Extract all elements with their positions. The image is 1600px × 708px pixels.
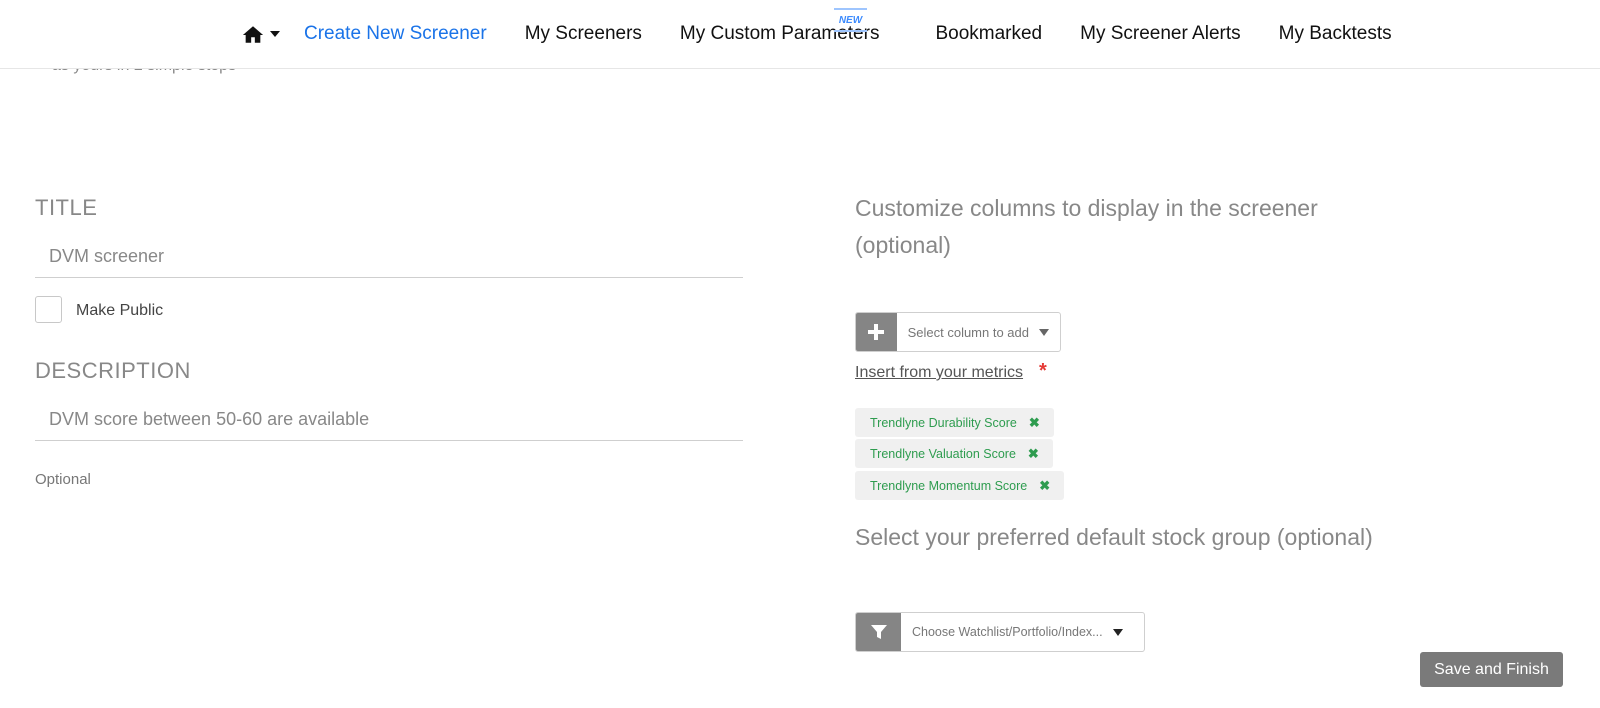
- remove-icon[interactable]: ✖: [1028, 446, 1039, 462]
- remove-icon[interactable]: ✖: [1029, 415, 1040, 431]
- nav-my-screeners[interactable]: My Screeners: [525, 23, 642, 45]
- remove-icon[interactable]: ✖: [1039, 478, 1050, 494]
- description-input[interactable]: DVM score between 50-60 are available: [35, 397, 743, 441]
- column-tag: Trendlyne Durability Score ✖: [855, 408, 1054, 437]
- stock-group-heading: Select your preferred default stock grou…: [855, 524, 1373, 550]
- home-icon: [242, 25, 264, 44]
- optional-note: Optional: [35, 471, 91, 488]
- chevron-down-icon: [270, 31, 280, 37]
- save-and-finish-button[interactable]: Save and Finish: [1420, 652, 1563, 687]
- new-badge: NEW: [834, 8, 867, 32]
- make-public-checkbox[interactable]: [35, 296, 62, 323]
- column-tag: Trendlyne Momentum Score ✖: [855, 471, 1065, 500]
- chevron-down-icon: [1112, 628, 1123, 636]
- column-tag-label: Trendlyne Momentum Score: [870, 478, 1028, 493]
- columns-heading: Customize columns to display in the scre…: [855, 195, 1318, 258]
- select-column-placeholder: Select column to add: [907, 324, 1029, 340]
- nav-my-screener-alerts[interactable]: My Screener Alerts: [1080, 23, 1241, 45]
- required-mark: *: [1039, 360, 1047, 382]
- column-tag: Trendlyne Valuation Score ✖: [855, 439, 1053, 468]
- column-tag-label: Trendlyne Durability Score: [870, 415, 1017, 430]
- nav-my-backtests[interactable]: My Backtests: [1279, 23, 1392, 45]
- title-label: TITLE: [35, 195, 98, 220]
- plus-icon: [856, 313, 897, 351]
- title-input[interactable]: DVM screener: [35, 234, 743, 278]
- filter-icon: [856, 613, 901, 651]
- nav-bookmarked[interactable]: Bookmarked: [935, 23, 1042, 45]
- column-tag-label: Trendlyne Valuation Score: [870, 446, 1016, 461]
- stock-group-placeholder: Choose Watchlist/Portfolio/Index...: [912, 625, 1103, 639]
- top-navigation: Create New Screener My Screeners My Cust…: [0, 0, 1600, 69]
- home-menu-button[interactable]: [242, 25, 280, 44]
- insert-from-metrics-link[interactable]: Insert from your metrics: [855, 364, 1023, 382]
- nav-create-new-screener[interactable]: Create New Screener: [304, 23, 487, 45]
- make-public-label: Make Public: [76, 302, 164, 319]
- chevron-down-icon: [1039, 328, 1049, 336]
- stock-group-dropdown[interactable]: Choose Watchlist/Portfolio/Index...: [855, 612, 1145, 652]
- description-label: DESCRIPTION: [35, 358, 191, 383]
- select-column-dropdown[interactable]: Select column to add: [855, 312, 1061, 352]
